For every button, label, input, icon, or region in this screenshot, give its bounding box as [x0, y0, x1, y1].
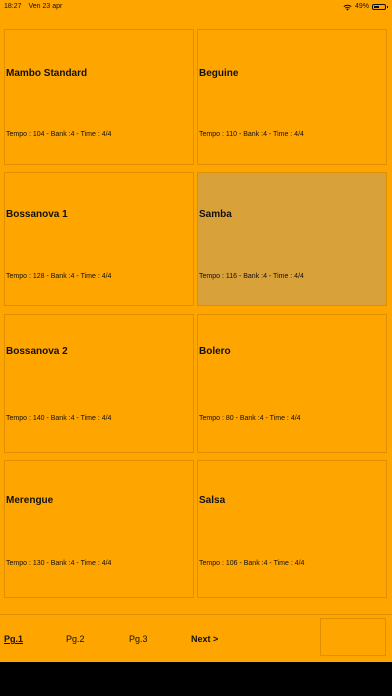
pager-divider: [0, 614, 392, 615]
rhythm-name: Bossanova 2: [6, 346, 68, 357]
rhythm-name: Mambo Standard: [6, 68, 88, 79]
pager-action-box[interactable]: [320, 618, 386, 656]
status-right: 49%: [343, 0, 388, 14]
rhythm-info: Tempo : 104 - Bank :4 - Time : 4/4: [6, 131, 112, 138]
rhythm-name: Bossanova 1: [6, 209, 68, 220]
rhythm-info: Tempo : 106 - Bank :4 - Time : 4/4: [199, 560, 305, 567]
rhythm-info: Tempo : 116 - Bank :4 - Time : 4/4: [199, 273, 304, 280]
rhythm-info: Tempo : 140 - Bank :4 - Time : 4/4: [6, 415, 112, 422]
rhythm-card[interactable]: Bolero Tempo : 80 - Bank :4 - Time : 4/4: [197, 314, 387, 453]
battery-fill: [374, 6, 379, 8]
rhythm-name: Beguine: [199, 68, 239, 79]
rhythm-card[interactable]: Samba Tempo : 116 - Bank :4 - Time : 4/4: [197, 172, 387, 306]
next-page-button[interactable]: Next >: [191, 634, 218, 644]
rhythm-card[interactable]: Bossanova 1 Tempo : 128 - Bank :4 - Time …: [4, 172, 194, 306]
rhythm-card[interactable]: Bossanova 2 Tempo : 140 - Bank :4 - Time …: [4, 314, 194, 453]
rhythm-name: Merengue: [6, 495, 54, 506]
page-link-1[interactable]: Pg.1: [4, 634, 23, 644]
rhythm-card[interactable]: Merengue Tempo : 130 - Bank :4 - Time : 4…: [4, 460, 194, 598]
bottom-bar: [0, 662, 392, 696]
pager: Pg.1 Pg.2 Pg.3 Next >: [0, 618, 392, 660]
battery-percent: 49%: [354, 3, 369, 10]
rhythm-info: Tempo : 110 - Bank :4 - Time : 4/4: [199, 131, 304, 138]
status-bar: 18:27 Ven 23 apr 49%: [0, 0, 392, 14]
rhythm-name: Samba: [199, 209, 232, 220]
rhythm-name: Salsa: [199, 495, 226, 506]
status-left: 18:27 Ven 23 apr: [4, 0, 67, 14]
rhythm-info: Tempo : 128 - Bank :4 - Time : 4/4: [6, 273, 112, 280]
page-link-3[interactable]: Pg.3: [129, 634, 148, 644]
page-link-2[interactable]: Pg.2: [66, 634, 85, 644]
rhythm-card[interactable]: Beguine Tempo : 110 - Bank :4 - Time : 4/…: [197, 29, 387, 165]
rhythm-info: Tempo : 80 - Bank :4 - Time : 4/4: [199, 415, 301, 422]
rhythm-info: Tempo : 130 - Bank :4 - Time : 4/4: [6, 560, 112, 567]
rhythm-card[interactable]: Salsa Tempo : 106 - Bank :4 - Time : 4/4: [197, 460, 387, 598]
rhythm-name: Bolero: [199, 346, 231, 357]
battery-icon: [372, 4, 388, 10]
status-time: 18:27: [4, 3, 22, 10]
status-date: Ven 23 apr: [28, 3, 63, 10]
wifi-icon: [343, 4, 352, 11]
rhythm-card[interactable]: Mambo Standard Tempo : 104 - Bank :4 - Ti…: [4, 29, 194, 165]
